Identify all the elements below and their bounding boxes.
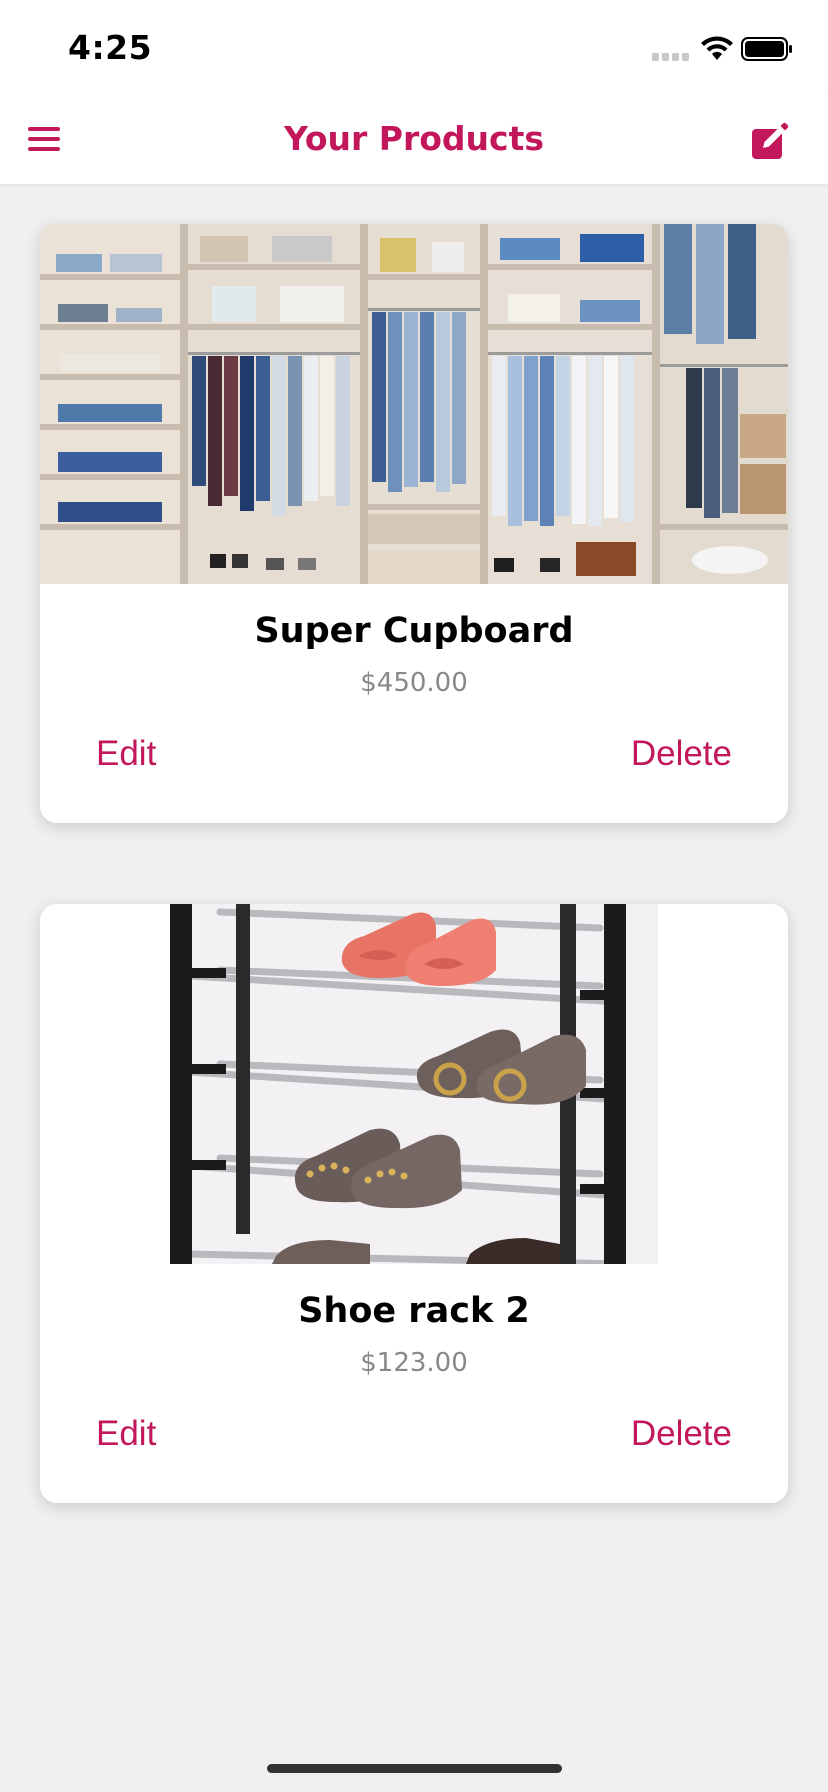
wifi-icon: [701, 36, 733, 60]
delete-button[interactable]: Delete: [631, 1414, 732, 1454]
product-price: $123.00: [360, 1348, 468, 1378]
product-card: Super Cupboard $450.00 Edit Delete: [40, 224, 788, 823]
battery-icon: [741, 37, 792, 61]
home-indicator[interactable]: [267, 1764, 562, 1773]
product-image-wardrobe: [40, 224, 788, 584]
page-title: Your Products: [283, 119, 545, 158]
product-title: Super Cupboard: [254, 611, 574, 651]
product-price: $450.00: [360, 668, 468, 698]
status-bar: 4:25: [0, 0, 828, 95]
status-time: 4:25: [68, 28, 153, 67]
product-title: Shoe rack 2: [298, 1291, 530, 1331]
edit-button[interactable]: Edit: [96, 1414, 156, 1454]
product-card: Shoe rack 2 $123.00 Edit Delete: [40, 904, 788, 1503]
navigation-bar: Your Products: [0, 95, 828, 184]
product-image-shoe-rack: [40, 904, 788, 1264]
cellular-signal-icon: [652, 53, 689, 61]
delete-button[interactable]: Delete: [631, 734, 732, 774]
edit-button[interactable]: Edit: [96, 734, 156, 774]
edit-square-icon[interactable]: [750, 121, 790, 161]
